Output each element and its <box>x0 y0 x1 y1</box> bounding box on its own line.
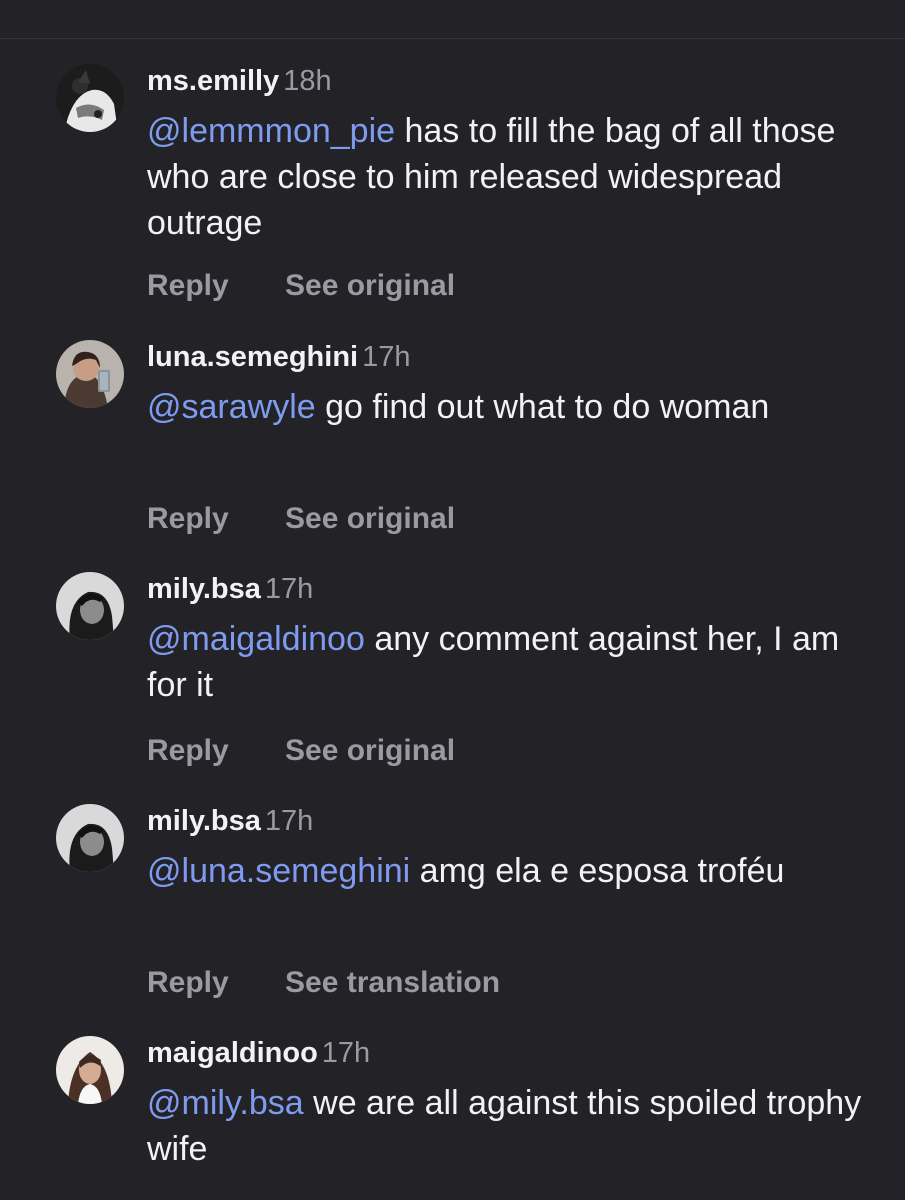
comment-message: go find out what to do woman <box>315 388 770 426</box>
see-original-button[interactable]: See original <box>285 502 455 536</box>
mention-link[interactable]: @mily.bsa <box>147 1084 304 1122</box>
see-original-button[interactable]: See original <box>285 734 455 768</box>
username-link[interactable]: maigaldinoo <box>147 1037 318 1069</box>
comment-text: @luna.semeghini amg ela e esposa troféu <box>147 848 887 894</box>
see-translation-button[interactable]: See translation <box>285 966 500 1000</box>
top-divider <box>0 38 905 39</box>
username-link[interactable]: mily.bsa <box>147 573 261 605</box>
comment-header: luna.semeghini 17h <box>147 340 887 374</box>
avatar[interactable] <box>56 64 124 132</box>
comment-actions: Reply See original <box>147 734 455 768</box>
comment-message: amg ela e esposa troféu <box>410 852 785 890</box>
comment-body: ms.emilly 18h @lemmmon_pie has to fill th… <box>147 64 887 302</box>
mention-link[interactable]: @lemmmon_pie <box>147 112 395 150</box>
comment-header: maigaldinoo 17h <box>147 1036 887 1070</box>
profile-photo-icon <box>56 804 124 872</box>
profile-photo-icon <box>56 1036 124 1104</box>
comment-text: @lemmmon_pie has to fill the bag of all … <box>147 108 887 246</box>
profile-photo-icon <box>56 340 124 408</box>
reply-button[interactable]: Reply <box>147 734 285 768</box>
reply-button[interactable]: Reply <box>147 269 285 303</box>
timestamp: 17h <box>362 341 411 373</box>
comment-actions: Reply See original <box>147 269 455 303</box>
timestamp: 17h <box>264 805 314 837</box>
avatar[interactable] <box>56 804 124 872</box>
profile-photo-icon <box>56 64 124 132</box>
comment-header: ms.emilly 18h <box>147 64 887 98</box>
profile-photo-icon <box>56 572 124 640</box>
reply-button[interactable]: Reply <box>147 502 285 536</box>
username-link[interactable]: mily.bsa <box>147 805 261 837</box>
avatar[interactable] <box>56 1036 124 1104</box>
avatar[interactable] <box>56 572 124 640</box>
see-original-button[interactable]: See original <box>285 269 455 303</box>
username-link[interactable]: ms.emilly <box>147 65 279 97</box>
reply-button[interactable]: Reply <box>147 966 285 1000</box>
mention-link[interactable]: @maigaldinoo <box>147 620 365 658</box>
mention-link[interactable]: @sarawyle <box>147 388 316 426</box>
comment-text: @maigaldinoo any comment against her, I … <box>147 616 887 708</box>
comment-body: mily.bsa 17h @luna.semeghini amg ela e es… <box>147 804 887 999</box>
comment-actions: Reply See translation <box>147 966 500 1000</box>
comment-header: mily.bsa 17h <box>147 804 887 838</box>
comment-text: @sarawyle go find out what to do woman <box>147 384 887 430</box>
timestamp: 17h <box>321 1037 371 1069</box>
timestamp: 18h <box>283 65 332 97</box>
comment-actions: Reply See original <box>147 502 455 536</box>
comment-text: @mily.bsa we are all against this spoile… <box>147 1080 887 1172</box>
username-link[interactable]: luna.semeghini <box>147 341 358 373</box>
mention-link[interactable]: @luna.semeghini <box>147 852 410 890</box>
comment-body: mily.bsa 17h @maigaldinoo any comment aga… <box>147 572 887 767</box>
timestamp: 17h <box>264 573 314 605</box>
avatar[interactable] <box>56 340 124 408</box>
comment-body: luna.semeghini 17h @sarawyle go find out … <box>147 340 887 535</box>
comment-body: maigaldinoo 17h @mily.bsa we are all agai… <box>147 1036 887 1172</box>
comment-header: mily.bsa 17h <box>147 572 887 606</box>
